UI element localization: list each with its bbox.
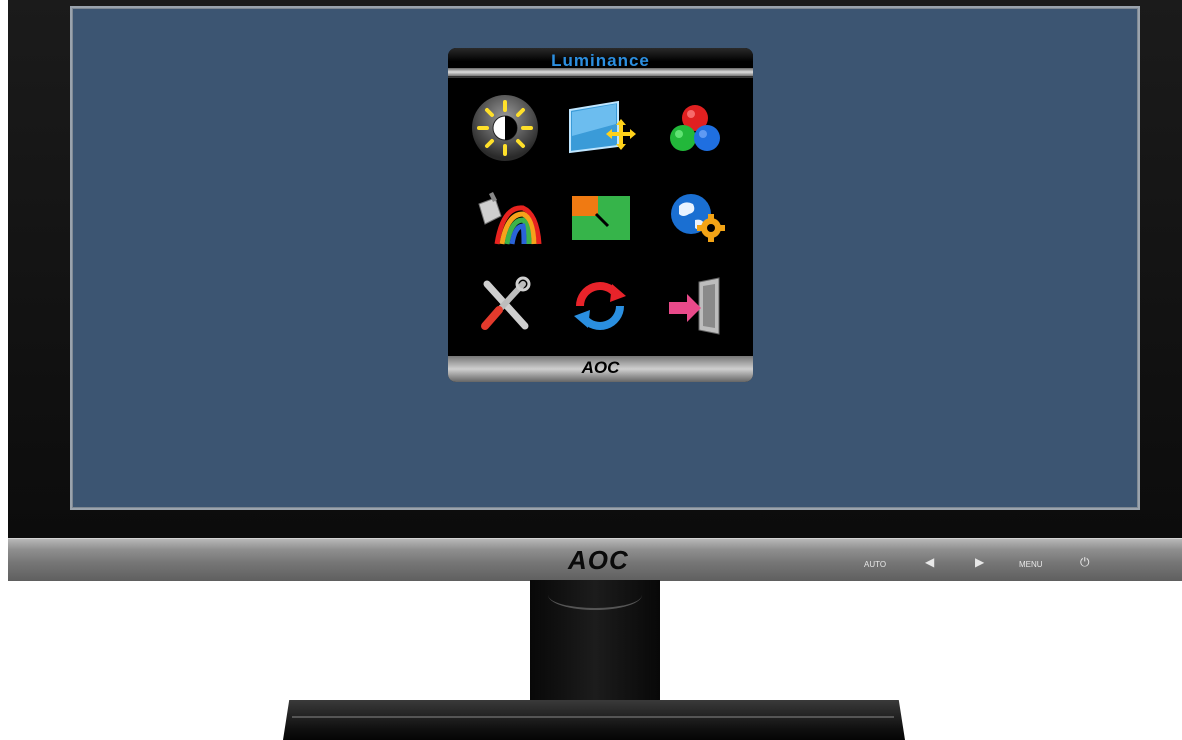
osd-setup-icon[interactable] bbox=[653, 184, 737, 252]
picture-boost-icon[interactable] bbox=[558, 184, 642, 252]
right-arrow-button[interactable]: ▶ bbox=[975, 555, 984, 569]
osd-header: Luminance bbox=[448, 48, 753, 78]
monitor-front-strip: AOC AUTO ◀ ▶ MENU ⏻ bbox=[8, 538, 1182, 581]
reset-icon[interactable] bbox=[558, 272, 642, 340]
menu-button[interactable]: MENU bbox=[1019, 560, 1043, 569]
stand-base-edge bbox=[292, 716, 894, 718]
extra-icon[interactable] bbox=[463, 272, 547, 340]
stand-neck-curve bbox=[548, 580, 642, 610]
brand-logo: AOC bbox=[568, 545, 629, 575]
color-boost-icon[interactable] bbox=[463, 184, 547, 252]
luminance-icon[interactable] bbox=[463, 94, 547, 162]
osd-title: Luminance bbox=[551, 51, 650, 70]
image-setup-icon[interactable] bbox=[558, 94, 642, 162]
exit-icon[interactable] bbox=[653, 272, 737, 340]
osd-footer-logo: AOC bbox=[581, 358, 620, 377]
auto-button[interactable]: AUTO bbox=[864, 560, 886, 569]
osd-menu: Luminance AOC bbox=[448, 48, 753, 382]
left-arrow-button[interactable]: ◀ bbox=[925, 555, 934, 569]
color-temp-icon[interactable] bbox=[653, 94, 737, 162]
monitor-stand-base bbox=[283, 700, 905, 740]
power-button[interactable]: ⏻ bbox=[1080, 555, 1090, 570]
osd-footer: AOC bbox=[448, 356, 753, 382]
